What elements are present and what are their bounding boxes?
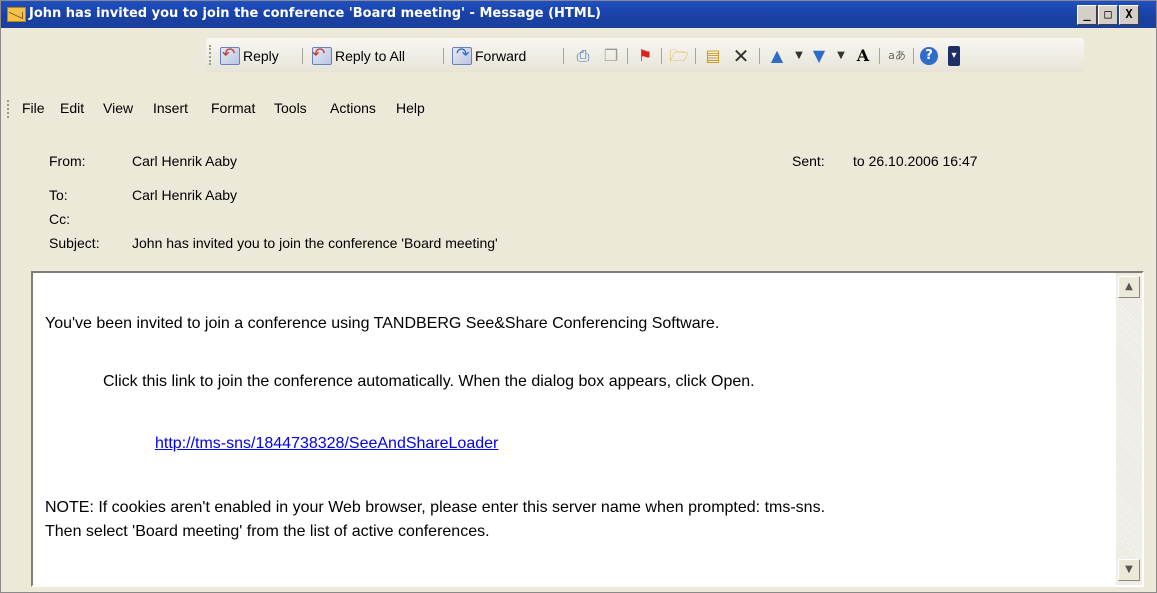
to-label: To: — [49, 187, 68, 203]
from-label: From: — [49, 153, 86, 169]
menu-help[interactable]: Help — [396, 100, 425, 116]
maximize-button[interactable]: □ — [1098, 5, 1118, 25]
toolbar-background: Reply Reply to All Forward ⎙ ❐ ⚑ 🗁 ▤ ✕ — [206, 38, 1084, 72]
subject-label: Subject: — [49, 235, 100, 251]
delete-icon[interactable]: ✕ — [730, 46, 752, 66]
menu-view[interactable]: View — [103, 100, 133, 116]
next-icon[interactable]: ▼ — [808, 46, 830, 66]
conference-link[interactable]: http://tms-sns/1844738328/SeeAndShareLoa… — [155, 435, 498, 453]
menu-grip[interactable] — [7, 100, 11, 118]
print-icon[interactable]: ⎙ — [572, 46, 594, 66]
toolbar-grip[interactable] — [209, 45, 214, 65]
toolbar-separator — [759, 48, 760, 64]
help-icon[interactable]: ? — [920, 47, 938, 65]
toolbar-separator — [627, 48, 628, 64]
menu-file[interactable]: File — [22, 100, 45, 116]
subject-value: John has invited you to join the confere… — [132, 235, 498, 251]
encoding-icon[interactable]: aあ — [886, 46, 908, 66]
reply-all-button[interactable]: Reply to All — [312, 44, 406, 66]
note-text: NOTE: If cookies aren't enabled in your … — [45, 499, 826, 516]
toolbar-separator — [695, 48, 696, 64]
message-body[interactable]: You've been invited to join a conference… — [31, 271, 1144, 587]
menu-bar: File Edit View Insert Format Tools Actio… — [1, 93, 1156, 123]
title-bar[interactable]: John has invited you to join the confere… — [1, 1, 1156, 28]
folder-icon[interactable]: 🗁 — [668, 46, 690, 66]
previous-dropdown-icon[interactable]: ▼ — [788, 46, 810, 66]
sent-label: Sent: — [792, 153, 825, 169]
flag-icon[interactable]: ⚑ — [634, 46, 656, 66]
reply-all-label: Reply to All — [335, 48, 406, 64]
to-value[interactable]: Carl Henrik Aaby — [132, 187, 237, 203]
envelope-icon — [7, 7, 26, 22]
standard-toolbar: Reply Reply to All Forward ⎙ ❐ ⚑ 🗁 ▤ ✕ — [206, 38, 1084, 84]
invite-text: You've been invited to join a conference… — [45, 315, 720, 332]
reply-label: Reply — [243, 48, 279, 64]
previous-icon[interactable]: ▲ — [766, 46, 788, 66]
scroll-up-button[interactable]: ▲ — [1118, 276, 1140, 298]
toolbar-separator — [443, 48, 444, 64]
window-title: John has invited you to join the confere… — [29, 6, 601, 21]
address-book-icon[interactable]: ▤ — [702, 46, 724, 66]
next-dropdown-icon[interactable]: ▼ — [830, 46, 852, 66]
copy-icon[interactable]: ❐ — [600, 46, 622, 66]
font-size-icon[interactable]: A — [852, 46, 874, 66]
cc-label: Cc: — [49, 211, 70, 227]
menu-edit[interactable]: Edit — [60, 100, 84, 116]
note-text-2: Then select 'Board meeting' from the lis… — [45, 523, 490, 540]
toolbar-separator — [563, 48, 564, 64]
forward-label: Forward — [475, 48, 527, 64]
toolbar-separator — [913, 48, 914, 64]
scroll-down-button[interactable]: ▼ — [1118, 559, 1140, 581]
forward-icon — [452, 44, 472, 65]
toolbar-options-icon[interactable]: ▾ — [948, 46, 960, 66]
reply-all-icon — [312, 44, 332, 65]
instructions-text: Click this link to join the conference a… — [103, 373, 755, 390]
toolbar-separator — [879, 48, 880, 64]
minimize-button[interactable]: _ — [1077, 5, 1097, 25]
toolbar-separator — [302, 48, 303, 64]
toolbar-separator — [661, 48, 662, 64]
menu-tools[interactable]: Tools — [274, 100, 307, 116]
forward-button[interactable]: Forward — [452, 44, 527, 66]
menu-format[interactable]: Format — [211, 100, 255, 116]
reply-button[interactable]: Reply — [220, 44, 279, 66]
from-value[interactable]: Carl Henrik Aaby — [132, 153, 237, 169]
close-button[interactable]: X — [1119, 5, 1139, 25]
menu-actions[interactable]: Actions — [330, 100, 376, 116]
reply-icon — [220, 44, 240, 65]
menu-insert[interactable]: Insert — [153, 100, 188, 116]
sent-value: to 26.10.2006 16:47 — [853, 153, 978, 169]
vertical-scrollbar[interactable]: ▲ ▼ — [1116, 273, 1142, 585]
message-window: John has invited you to join the confere… — [0, 0, 1157, 593]
